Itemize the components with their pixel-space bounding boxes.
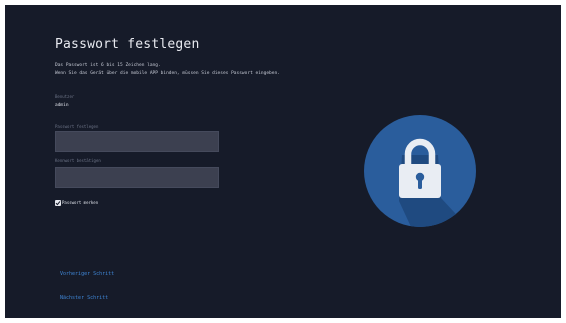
- description-line-2: Wenn Sie das Gerät über die mobile APP b…: [55, 71, 280, 76]
- confirm-password-label: Kennwort bestätigen: [55, 158, 101, 163]
- confirm-password-input[interactable]: [55, 167, 219, 188]
- password-input[interactable]: [55, 131, 219, 152]
- description-line-1: Das Passwort ist 6 bis 15 Zeichen lang.: [55, 63, 161, 68]
- password-label: Passwort festlegen: [55, 124, 99, 129]
- remember-password-checkbox[interactable]: [55, 200, 61, 206]
- user-value: admin: [55, 103, 69, 108]
- setup-screen: Passwort festlegen Das Passwort ist 6 bi…: [5, 5, 561, 318]
- lock-icon: [364, 115, 476, 227]
- page-title: Passwort festlegen: [55, 37, 200, 52]
- remember-password-label: Passwort merken: [62, 200, 99, 205]
- checkmark-icon: [55, 201, 61, 206]
- user-label: Benutzer: [55, 94, 75, 99]
- previous-step-link[interactable]: Vorheriger Schritt: [60, 271, 114, 277]
- next-step-link[interactable]: Nächster Schritt: [60, 295, 108, 301]
